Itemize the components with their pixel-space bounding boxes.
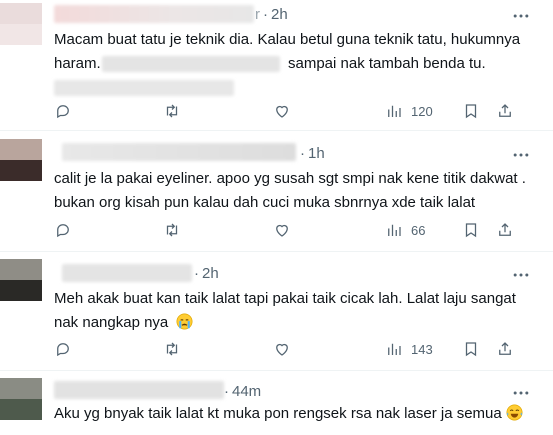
avatar[interactable] (0, 3, 42, 45)
more-icon[interactable] (511, 383, 531, 403)
redacted-username (62, 143, 296, 161)
bookmark-button[interactable] (462, 101, 480, 121)
views-count: 66 (411, 222, 426, 238)
avatar-part (0, 378, 42, 399)
timestamp[interactable]: 2h (202, 265, 219, 282)
text-line: nak nangkap nya (54, 314, 169, 331)
bookmark-button[interactable] (462, 220, 480, 240)
share-button[interactable] (496, 339, 514, 359)
avatar-part (0, 3, 42, 24)
avatar[interactable] (0, 259, 42, 301)
bookmark-icon (465, 223, 477, 238)
action-bar: 120 (54, 101, 514, 121)
avatar-part (0, 24, 42, 45)
avatar-part (0, 160, 42, 181)
reply-icon (57, 343, 69, 357)
reply-text: Macam buat tatu je teknik dia. Kalau bet… (54, 28, 521, 96)
reply-icon (57, 224, 69, 238)
views-icon (388, 343, 401, 355)
views-count: 120 (411, 103, 433, 119)
timestamp[interactable]: 2h (271, 6, 288, 23)
avatar-part (0, 280, 42, 301)
timestamp[interactable]: 44m (232, 383, 261, 400)
avatar-part (0, 399, 42, 420)
redacted-text (102, 56, 280, 72)
text-line: Aku yg bnyak taik lalat kt muka pon reng… (54, 405, 502, 422)
crying-face-emoji (176, 313, 193, 330)
text-line: sampai nak tambah benda tu. (288, 55, 486, 72)
tears-of-joy-emoji (506, 404, 523, 421)
timestamp[interactable]: 1h (308, 145, 325, 162)
like-button[interactable] (273, 220, 291, 240)
more-icon[interactable] (511, 6, 531, 26)
text-line: haram. (54, 55, 101, 72)
more-icon[interactable] (511, 145, 531, 165)
text-line: Meh akak buat kan taik lalat tapi pakai … (54, 290, 516, 307)
text-line: Macam buat tatu je teknik dia. Kalau bet… (54, 31, 521, 48)
redacted-username (54, 381, 224, 399)
views-button[interactable]: 120 (385, 101, 433, 121)
share-button[interactable] (496, 220, 514, 240)
like-button[interactable] (273, 101, 291, 121)
reply-button[interactable] (54, 339, 72, 359)
redacted-username (62, 264, 192, 282)
reply-meta: · 1h (300, 145, 325, 162)
retweet-icon (166, 104, 178, 118)
bookmark-button[interactable] (462, 339, 480, 359)
views-button[interactable]: 143 (385, 339, 433, 359)
reply-item[interactable]: · 2h Meh akak buat kan taik lalat tapi pa… (0, 252, 553, 371)
avatar[interactable] (0, 139, 42, 181)
like-icon (276, 105, 288, 118)
reply-meta: · 44m (224, 383, 262, 400)
redacted-text (54, 80, 234, 96)
action-bar: 143 (54, 339, 514, 359)
avatar[interactable] (0, 378, 42, 420)
views-icon (388, 224, 401, 236)
text-line: bukan org kisah pun kalau dah cuci muka … (54, 194, 476, 211)
like-button[interactable] (273, 339, 291, 359)
views-button[interactable]: 66 (385, 220, 425, 240)
reply-meta: · 2h (194, 265, 219, 282)
retweet-icon (166, 342, 178, 356)
avatar-part (0, 139, 42, 160)
bookmark-icon (465, 104, 477, 119)
avatar-part (0, 259, 42, 280)
redacted-username (54, 5, 254, 23)
like-icon (276, 343, 288, 356)
retweet-button[interactable] (163, 220, 181, 240)
reply-button[interactable] (54, 220, 72, 240)
share-icon (499, 104, 511, 117)
text-line: calit je la pakai eyeliner. apoo yg susa… (54, 170, 526, 187)
bookmark-icon (465, 342, 477, 357)
share-icon (499, 223, 511, 236)
share-icon (499, 342, 511, 355)
retweet-icon (166, 223, 178, 237)
reply-text: calit je la pakai eyeliner. apoo yg susa… (54, 167, 526, 215)
like-icon (276, 224, 288, 237)
reply-item[interactable]: r · 2h Macam buat tatu je teknik dia. Kala… (0, 0, 553, 131)
retweet-button[interactable] (163, 339, 181, 359)
reply-text: Aku yg bnyak taik lalat kt muka pon reng… (54, 402, 523, 426)
retweet-button[interactable] (163, 101, 181, 121)
reply-icon (57, 105, 69, 119)
reply-item[interactable]: · 44m Aku yg bnyak taik lalat kt muka pon… (0, 371, 553, 435)
views-icon (388, 105, 401, 117)
share-button[interactable] (496, 101, 514, 121)
more-icon[interactable] (511, 265, 531, 285)
reply-button[interactable] (54, 101, 72, 121)
reply-text: Meh akak buat kan taik lalat tapi pakai … (54, 287, 516, 335)
action-bar: 66 (54, 220, 514, 240)
reply-meta: r · 2h (255, 6, 288, 23)
reply-item[interactable]: · 1h calit je la pakai eyeliner. apoo yg … (0, 131, 553, 252)
views-count: 143 (411, 341, 433, 357)
